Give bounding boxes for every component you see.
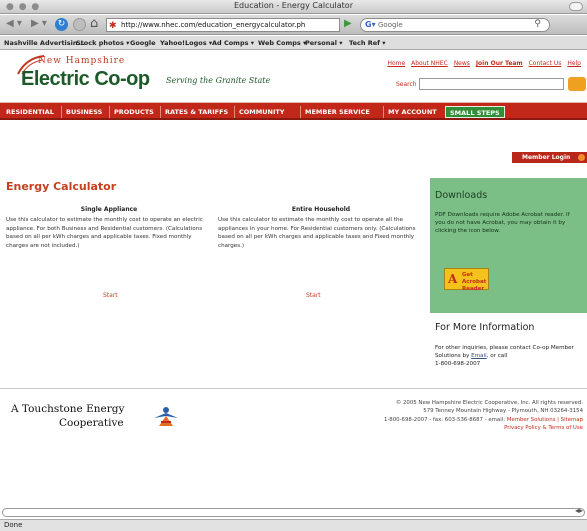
search-icon[interactable]: ⚲	[534, 18, 541, 30]
privacy-link[interactable]: Privacy Policy & Terms of Use	[504, 425, 583, 431]
nav-products[interactable]: PRODUCTS	[109, 106, 158, 118]
more-info-heading: For More Information	[435, 322, 535, 333]
acrobat-label-line1: Get Acrobat	[462, 272, 487, 285]
top-link-contact[interactable]: Contact Us	[529, 60, 562, 67]
touchstone-logo-icon[interactable]	[151, 404, 181, 428]
search-engine-label: Google	[378, 21, 403, 29]
footer-links[interactable]: Member Solutions | Sitemap	[507, 417, 583, 423]
bookmark-item[interactable]: Tech Ref ▾	[349, 39, 386, 47]
stop-icon[interactable]	[73, 18, 86, 31]
get-acrobat-button[interactable]: A Get Acrobat Reader	[444, 268, 489, 293]
entire-household-heading: Entire Household	[291, 206, 351, 213]
nhec-logo[interactable]: New Hampshire Electric Co-op	[16, 55, 176, 96]
downloads-text: PDF Downloads require Adobe Acrobat read…	[435, 212, 570, 235]
bookmark-item[interactable]: Personal ▾	[305, 39, 342, 47]
logo-main-text: Electric Co-op	[21, 68, 150, 90]
right-sidebar: Downloads PDF Downloads require Adobe Ac…	[430, 150, 587, 386]
copyright-text: © 2005 New Hampshire Electric Cooperativ…	[395, 400, 583, 406]
single-appliance-heading: Single Appliance	[80, 206, 138, 213]
status-bar: Done	[0, 519, 587, 531]
downloads-panel: Downloads PDF Downloads require Adobe Ac…	[430, 178, 587, 313]
touchstone-line2: Cooperative	[59, 417, 124, 429]
member-bar: Member Login	[0, 120, 587, 163]
bookmark-item[interactable]: Web Comps ▾	[258, 39, 306, 47]
acrobat-label: Get Acrobat Reader	[462, 272, 488, 293]
nav-business[interactable]: BUSINESS	[61, 106, 106, 118]
nav-small-steps[interactable]: SMALL STEPS	[445, 106, 505, 118]
top-link-join[interactable]: Join Our Team	[476, 60, 523, 67]
site-footer: A Touchstone Energy Cooperative © 2005 N…	[0, 388, 587, 458]
search-label: Search	[396, 81, 417, 88]
entire-household-section: Entire Household Use this calculator to …	[218, 206, 424, 250]
main-content: Energy Calculator Single Appliance Use t…	[0, 150, 430, 386]
address-text: 579 Tenney Mountain Highway - Plymouth, …	[423, 408, 583, 415]
single-appliance-section: Single Appliance Use this calculator to …	[6, 206, 212, 250]
scroll-arrows-icon[interactable]: ◂▸	[575, 506, 583, 515]
top-link-news[interactable]: News	[454, 60, 470, 67]
title-bar: ● ● ● Education - Energy Calculator	[0, 0, 587, 14]
more-info-text-post: , or call	[486, 353, 508, 360]
phone-number: 1-800-698-2007	[435, 361, 481, 368]
site-search-button[interactable]	[568, 77, 586, 91]
nav-rates-tariffs[interactable]: RATES & TARIFFS	[160, 106, 232, 118]
touchstone-line1: A Touchstone Energy	[11, 403, 125, 415]
nav-residential[interactable]: RESIDENTIAL	[2, 106, 58, 118]
horizontal-scrollbar[interactable]: ◂▸	[2, 506, 585, 517]
browser-toolbar: ◀ ▾ ▶ ▾ ↻ ⌂ ✱ http://www.nhec.com/educat…	[0, 15, 587, 35]
browser-window: ● ● ● Education - Energy Calculator ◀ ▾ …	[0, 0, 587, 531]
adobe-icon: A	[448, 272, 458, 286]
contact-text: 1-800-698-2007 - fax: 603-536-8687 - ema…	[383, 416, 506, 423]
page-title: Energy Calculator	[6, 180, 117, 193]
forward-icon[interactable]: ▶ ▾	[31, 18, 47, 29]
window-title: Education - Energy Calculator	[234, 1, 353, 10]
bookmark-item[interactable]: Yahoo!	[160, 39, 185, 47]
nav-my-account[interactable]: MY ACCOUNT	[383, 106, 441, 118]
bookmark-item[interactable]: Nashville Advertisin...	[4, 39, 85, 47]
back-icon[interactable]: ◀ ▾	[6, 18, 22, 29]
top-link-about[interactable]: About NHEC	[411, 60, 448, 67]
entire-household-start-link[interactable]: Start	[306, 292, 321, 299]
single-appliance-text: Use this calculator to estimate the mont…	[6, 217, 203, 249]
go-icon[interactable]: ▶	[344, 18, 352, 29]
top-link-home[interactable]: Home	[387, 60, 405, 67]
page-blank-area	[0, 458, 587, 510]
site-tagline: Serving the Granite State	[166, 76, 271, 85]
toolbar-toggle-button[interactable]	[569, 2, 583, 11]
reload-icon[interactable]: ↻	[55, 18, 68, 31]
footer-copyright: © 2005 New Hampshire Electric Cooperativ…	[384, 399, 583, 433]
downloads-heading: Downloads	[435, 190, 488, 201]
entire-household-text: Use this calculator to estimate the mont…	[218, 217, 416, 249]
logo-state-text: New Hampshire	[38, 56, 126, 66]
top-links: Home About NHEC News Join Our Team Conta…	[383, 60, 581, 67]
email-link[interactable]: Email	[471, 353, 487, 359]
more-info-panel: For More Information For other inquiries…	[430, 315, 587, 386]
bookmark-item[interactable]: Google	[130, 39, 156, 47]
search-engine-input[interactable]: G▾ Google ⚲	[360, 18, 550, 32]
bookmark-item[interactable]: Ad Comps ▾	[212, 39, 254, 47]
top-link-help[interactable]: Help	[567, 60, 581, 67]
site-header: New Hampshire Electric Co-op Serving the…	[0, 51, 587, 101]
nav-community[interactable]: COMMUNITY	[234, 106, 289, 118]
google-icon[interactable]: G▾	[365, 19, 376, 31]
bookmark-item[interactable]: Logos ▾	[185, 39, 212, 47]
main-nav: RESIDENTIAL BUSINESS PRODUCTS RATES & TA…	[0, 102, 587, 120]
address-bar[interactable]: ✱ http://www.nhec.com/education_energyca…	[106, 18, 340, 32]
nav-member-service[interactable]: MEMBER SERVICE	[300, 106, 374, 118]
favicon-icon: ✱	[109, 21, 117, 31]
acrobat-label-line2: Reader	[462, 286, 485, 292]
home-icon[interactable]: ⌂	[90, 16, 98, 31]
more-info-text: For other inquiries, please contact Co-o…	[435, 344, 585, 369]
url-text: http://www.nhec.com/education_energycalc…	[121, 21, 306, 29]
single-appliance-start-link[interactable]: Start	[103, 292, 118, 299]
bookmarks-bar: Nashville Advertisin... Stock photos ▾ G…	[0, 36, 587, 50]
bookmark-item[interactable]: Stock photos ▾	[76, 39, 129, 47]
site-search-input[interactable]	[419, 78, 564, 90]
